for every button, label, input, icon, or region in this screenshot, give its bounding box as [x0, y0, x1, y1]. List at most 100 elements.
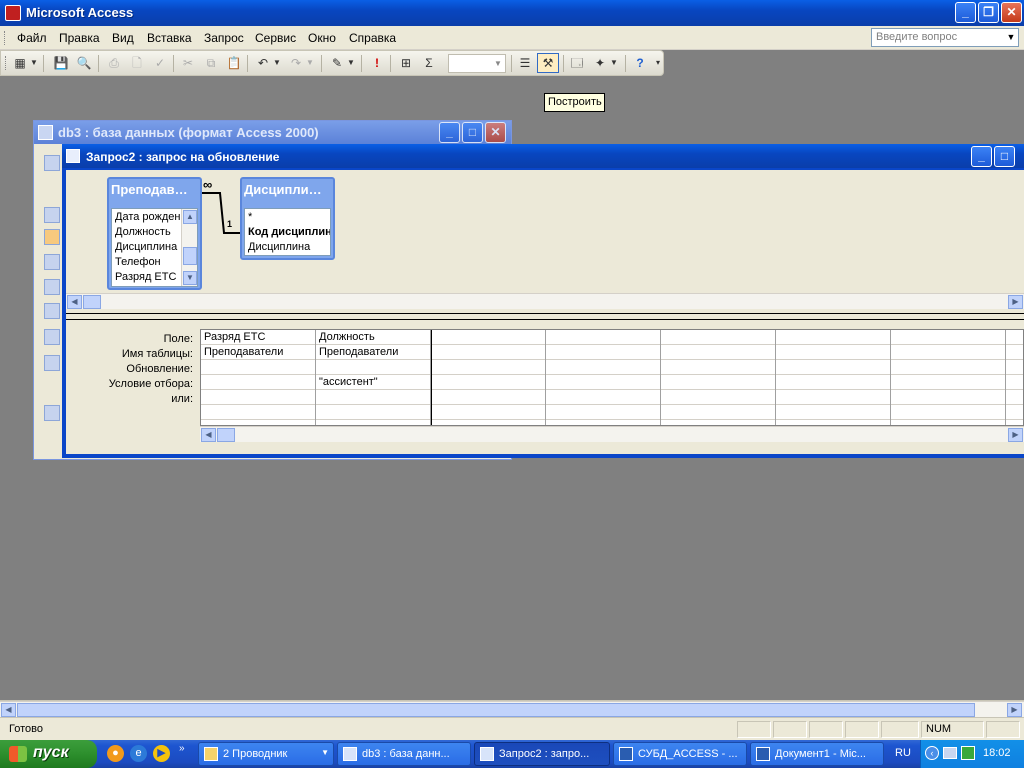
scroll-thumb[interactable] — [83, 295, 101, 309]
print-preview-icon[interactable]: 🗋 — [128, 54, 146, 72]
top-values-combo[interactable]: ▼ — [448, 54, 506, 73]
undo-dropdown-icon[interactable]: ▼ — [272, 54, 282, 72]
db-minimize-button[interactable]: _ — [439, 122, 460, 143]
grid-cell-field[interactable]: Должность — [317, 331, 429, 343]
field-list-disciplines[interactable]: Дисципли… * Код дисциплины Дисциплина — [240, 177, 335, 260]
chevron-down-icon[interactable]: ▼ — [491, 55, 505, 72]
restore-button[interactable]: ❐ — [978, 2, 999, 23]
database-window-icon[interactable]: 🗔 — [568, 54, 586, 72]
query-minimize-button[interactable]: _ — [971, 146, 992, 167]
scroll-thumb[interactable] — [183, 247, 197, 265]
minimize-button[interactable]: _ — [955, 2, 976, 23]
save-icon[interactable]: 💾 — [52, 54, 70, 72]
new-object-icon[interactable]: ✦ — [591, 54, 609, 72]
close-button[interactable]: ✕ — [1001, 2, 1022, 23]
pages-icon[interactable] — [44, 303, 60, 319]
scroll-right-icon[interactable]: ▶ — [1008, 428, 1023, 442]
quicklaunch-more-icon[interactable]: » — [179, 743, 185, 754]
access-key-icon[interactable] — [5, 5, 21, 21]
media-player-icon[interactable]: ▶ — [153, 745, 170, 762]
menubar-grip[interactable] — [4, 31, 7, 45]
query-type-dropdown-icon[interactable]: ▼ — [346, 54, 356, 72]
query-window-titlebar[interactable]: Запрос2 : запрос на обновление _ □ — [62, 144, 1024, 168]
redo-dropdown-icon[interactable]: ▼ — [305, 54, 315, 72]
field-item-key[interactable]: Код дисциплины — [245, 226, 330, 241]
task-word-document1[interactable]: Документ1 - Mic... — [750, 742, 884, 766]
menu-help[interactable]: Справка — [349, 31, 396, 45]
menu-insert[interactable]: Вставка — [147, 31, 192, 45]
print-icon[interactable]: ⎙ — [105, 54, 123, 72]
tables-icon[interactable] — [44, 207, 60, 223]
grid-cell-table[interactable]: Преподаватели — [317, 346, 429, 358]
search-icon[interactable]: 🔍 — [75, 54, 93, 72]
run-icon[interactable]: ! — [368, 54, 386, 72]
help-icon[interactable]: ? — [631, 54, 649, 72]
field-list-title[interactable]: Преподав… — [111, 182, 199, 197]
grid-cell-criteria[interactable]: "ассистент" — [317, 376, 429, 388]
field-list-scrollbar[interactable]: ▲ ▼ — [181, 209, 197, 286]
properties-icon[interactable]: ☰ — [516, 54, 534, 72]
show-table-icon[interactable]: ⊞ — [397, 54, 415, 72]
undo-icon[interactable]: ↶ — [254, 54, 272, 72]
forms-icon[interactable] — [44, 254, 60, 270]
reports-icon[interactable] — [44, 279, 60, 295]
db-objects-icon[interactable] — [44, 155, 60, 171]
scroll-thumb[interactable] — [217, 428, 235, 442]
pane-splitter[interactable] — [66, 313, 1024, 320]
field-list-teachers[interactable]: Преподав… Дата рождения Должность Дисцип… — [107, 177, 202, 290]
design-grid-hscroll[interactable]: ◀ ▶ — [200, 426, 1024, 442]
network-icon[interactable] — [943, 747, 957, 759]
scroll-right-icon[interactable]: ▶ — [1008, 295, 1023, 309]
groups-icon[interactable] — [44, 405, 60, 421]
redo-icon[interactable]: ↷ — [287, 54, 305, 72]
table-pane-hscroll[interactable]: ◀ ▶ — [66, 293, 1024, 309]
view-icon[interactable]: ▦ — [11, 54, 29, 72]
menu-query[interactable]: Запрос — [204, 31, 244, 45]
design-grid[interactable]: Разряд ETC Преподаватели Должность Препо… — [200, 329, 1024, 426]
tray-expand-icon[interactable]: ‹ — [925, 746, 939, 760]
db-window-titlebar[interactable]: db3 : база данных (формат Access 2000) _… — [34, 121, 511, 144]
language-indicator[interactable]: RU — [895, 747, 911, 759]
internet-explorer-icon[interactable]: e — [130, 745, 147, 762]
menu-view[interactable]: Вид — [112, 31, 134, 45]
query-type-icon[interactable]: ✎ — [328, 54, 346, 72]
field-item[interactable]: Разряд ETC — [112, 271, 182, 286]
task-word-subd[interactable]: СУБД_ACCESS - ... — [613, 742, 747, 766]
field-item[interactable]: Телефон — [112, 256, 182, 271]
query-maximize-button[interactable]: □ — [994, 146, 1015, 167]
browser-quicklaunch-icon[interactable]: ● — [107, 745, 124, 762]
field-item[interactable]: Дисциплина — [245, 241, 330, 255]
scroll-left-icon[interactable]: ◀ — [67, 295, 82, 309]
toolbar-options-icon[interactable]: ▾ — [653, 54, 663, 72]
spelling-icon[interactable]: ✓ — [151, 54, 169, 72]
ask-question-input[interactable]: Введите вопрос ▼ — [871, 28, 1019, 47]
workspace-hscroll[interactable]: ◀ ▶ — [0, 700, 1024, 717]
scroll-right-icon[interactable]: ▶ — [1007, 703, 1022, 717]
grid-cell-field[interactable]: Разряд ETC — [202, 331, 314, 343]
paste-icon[interactable]: 📋 — [225, 54, 243, 72]
toolbar-grip[interactable] — [5, 56, 8, 70]
chevron-down-icon[interactable]: ▼ — [1004, 29, 1018, 46]
task-db3[interactable]: db3 : база данн... — [337, 742, 471, 766]
scroll-thumb[interactable] — [17, 703, 975, 717]
app-titlebar[interactable]: Microsoft Access _ ❐ ✕ — [0, 0, 1024, 26]
task-explorer[interactable]: 2 Проводник ▼ — [198, 742, 334, 766]
db-maximize-button[interactable]: □ — [462, 122, 483, 143]
query-window[interactable]: Запрос2 : запрос на обновление _ □ Препо… — [62, 144, 1024, 458]
field-item[interactable]: Должность — [112, 226, 182, 241]
field-item[interactable]: Дисциплина — [112, 241, 182, 256]
menu-edit[interactable]: Правка — [59, 31, 100, 45]
field-item[interactable]: Дата рождения — [112, 211, 182, 226]
scroll-up-icon[interactable]: ▲ — [183, 210, 197, 224]
new-object-dropdown-icon[interactable]: ▼ — [609, 54, 619, 72]
design-grid-pane[interactable]: Поле: Имя таблицы: Обновление: Условие о… — [66, 320, 1024, 454]
menu-file[interactable]: Файл — [17, 31, 47, 45]
scroll-down-icon[interactable]: ▼ — [183, 271, 197, 285]
start-button[interactable]: пуск — [0, 740, 97, 768]
build-icon[interactable]: ⚒ — [537, 53, 559, 73]
macros-icon[interactable] — [44, 329, 60, 345]
security-icon[interactable] — [961, 746, 975, 760]
task-query2[interactable]: Запрос2 : запро... — [474, 742, 610, 766]
scroll-left-icon[interactable]: ◀ — [201, 428, 216, 442]
scroll-left-icon[interactable]: ◀ — [1, 703, 16, 717]
